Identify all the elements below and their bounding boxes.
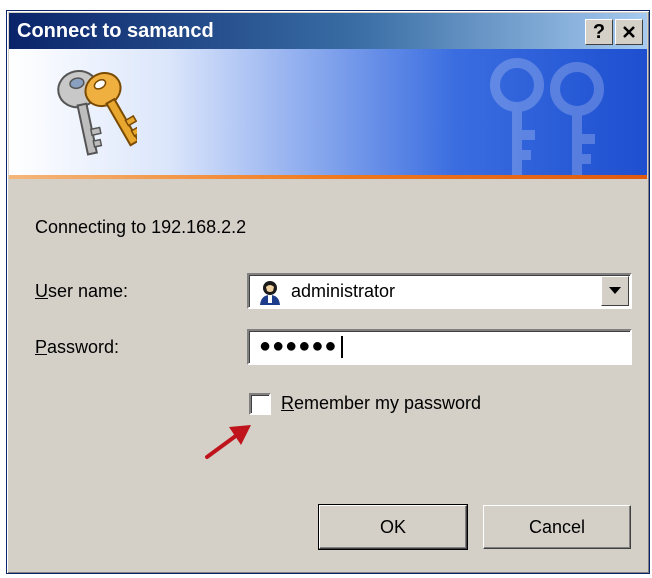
user-name-combobox[interactable]: administrator bbox=[247, 273, 632, 309]
password-label-text: assword: bbox=[47, 337, 120, 357]
close-button[interactable] bbox=[615, 19, 643, 45]
help-button[interactable]: ? bbox=[585, 19, 613, 45]
user-name-label-mnemonic: U bbox=[35, 281, 48, 301]
banner bbox=[9, 49, 647, 175]
user-name-label-text: ser name: bbox=[48, 281, 129, 301]
remember-password-mnemonic: R bbox=[281, 393, 294, 413]
user-name-label: User name: bbox=[35, 281, 128, 302]
red-arrow-icon bbox=[205, 425, 251, 459]
remember-password-label[interactable]: Remember my password bbox=[281, 393, 481, 414]
window-title: Connect to samancd bbox=[17, 20, 214, 42]
title-bar[interactable]: Connect to samancd ? bbox=[9, 13, 647, 49]
cancel-button[interactable]: Cancel bbox=[483, 505, 631, 549]
connecting-text: Connecting to 192.168.2.2 bbox=[35, 217, 247, 237]
banner-accent-bar bbox=[9, 175, 647, 179]
ok-button[interactable]: OK bbox=[318, 504, 468, 550]
user-account-icon bbox=[260, 281, 280, 305]
password-label-mnemonic: P bbox=[35, 337, 48, 357]
user-name-value: administrator bbox=[291, 281, 396, 301]
remember-password-checkbox[interactable] bbox=[249, 393, 271, 415]
password-field[interactable]: ●●●●●● bbox=[247, 329, 632, 365]
login-dialog: Connect to samancd ? Connecting to 192.1… bbox=[6, 10, 650, 574]
remember-password-text: emember my password bbox=[294, 393, 482, 413]
user-name-dropdown-button[interactable] bbox=[601, 276, 629, 306]
password-label: Password: bbox=[35, 337, 119, 358]
keys-icon bbox=[57, 69, 137, 156]
keys-watermark-icon bbox=[490, 58, 604, 175]
password-mask: ●●●●●● bbox=[259, 335, 338, 357]
text-caret bbox=[341, 336, 343, 358]
close-icon bbox=[623, 26, 635, 38]
chevron-down-icon bbox=[609, 287, 621, 294]
